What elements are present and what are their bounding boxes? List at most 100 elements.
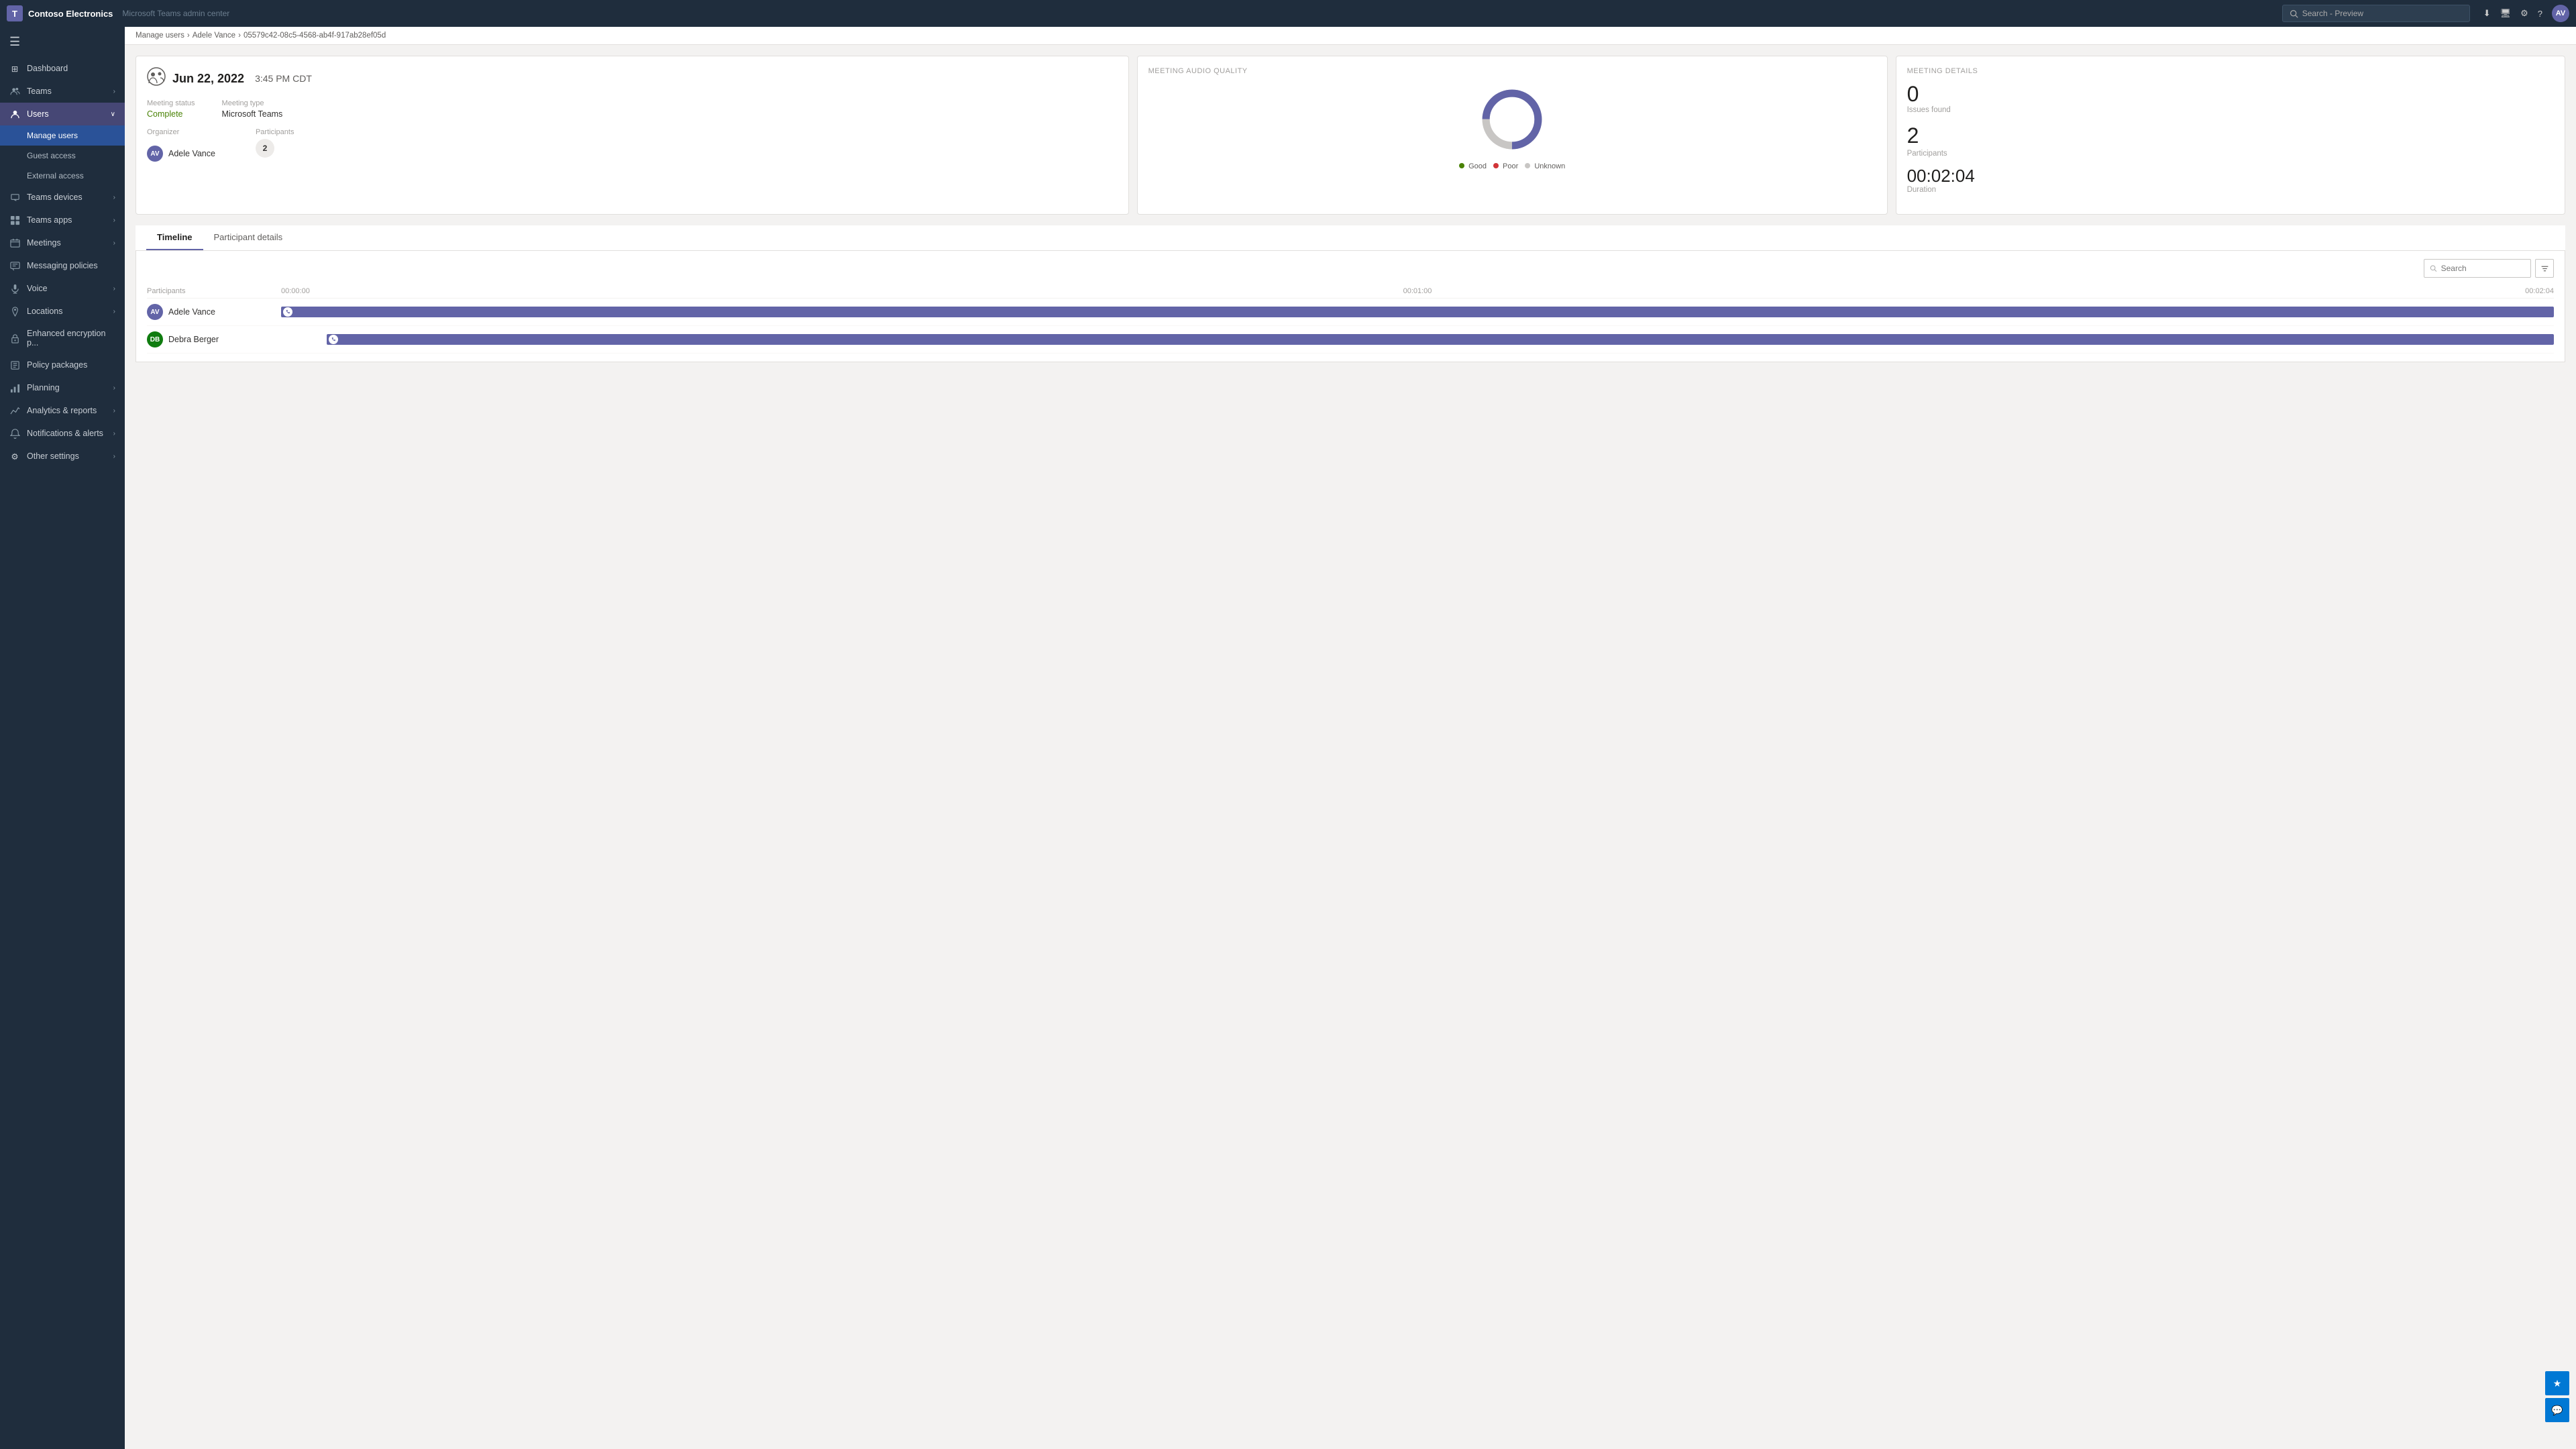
app-logo-icon: T bbox=[7, 5, 23, 21]
sidebar-item-locations[interactable]: Locations › bbox=[0, 300, 125, 323]
organizer-info: AV Adele Vance bbox=[147, 146, 215, 162]
timeline-section: Participants 00:00:00 00:01:00 00:02:04 … bbox=[136, 251, 2565, 362]
help-icon[interactable]: ? bbox=[2538, 9, 2542, 19]
issues-label: Issues found bbox=[1907, 106, 2554, 114]
bar-icon-phone bbox=[329, 335, 338, 344]
sidebar-item-label: Messaging policies bbox=[27, 261, 115, 270]
sidebar-item-guest-access[interactable]: Guest access bbox=[0, 146, 125, 166]
admin-center-title: Microsoft Teams admin center bbox=[122, 9, 229, 18]
meeting-type-field: Meeting type Microsoft Teams bbox=[222, 99, 283, 119]
breadcrumb-user-name[interactable]: Adele Vance bbox=[193, 32, 235, 40]
locations-icon bbox=[9, 306, 20, 317]
sidebar-item-voice[interactable]: Voice › bbox=[0, 277, 125, 300]
tabs-bar: Timeline Participant details bbox=[136, 225, 2565, 251]
sidebar-item-teams-devices[interactable]: Teams devices › bbox=[0, 186, 125, 209]
sidebar-item-meetings[interactable]: Meetings › bbox=[0, 231, 125, 254]
meeting-type-label: Meeting type bbox=[222, 99, 283, 107]
sidebar-item-label: Policy packages bbox=[27, 360, 115, 370]
encryption-icon bbox=[9, 333, 20, 343]
timeline-filter-btn[interactable] bbox=[2535, 259, 2554, 278]
search-icon bbox=[2290, 9, 2298, 18]
user-avatar[interactable]: AV bbox=[2552, 5, 2569, 22]
sidebar-item-notifications[interactable]: Notifications & alerts › bbox=[0, 422, 125, 445]
sidebar-item-encryption[interactable]: Enhanced encryption p... bbox=[0, 323, 125, 354]
sidebar-item-label: Teams bbox=[27, 87, 107, 96]
issues-value: 0 bbox=[1907, 83, 2554, 105]
breadcrumb-sep: › bbox=[187, 32, 190, 40]
filter-icon bbox=[2540, 264, 2549, 273]
timeline-search-input[interactable] bbox=[2441, 264, 2525, 273]
sidebar-item-analytics[interactable]: Analytics & reports › bbox=[0, 399, 125, 422]
bar-icon-phone bbox=[283, 307, 292, 317]
sidebar-item-external-access[interactable]: External access bbox=[0, 166, 125, 186]
timeline-bar-area-debra bbox=[281, 333, 2554, 346]
avatar-debra: DB bbox=[147, 331, 163, 347]
chevron-icon: › bbox=[113, 88, 115, 95]
sidebar-item-label: Other settings bbox=[27, 451, 107, 461]
chevron-icon: › bbox=[113, 285, 115, 292]
participant-bar-adele[interactable] bbox=[281, 307, 2554, 317]
time-mid: 00:01:00 bbox=[1403, 287, 1432, 295]
manage-users-label: Manage users bbox=[27, 131, 78, 140]
tab-timeline[interactable]: Timeline bbox=[146, 225, 203, 250]
sidebar-item-label: Enhanced encryption p... bbox=[27, 329, 115, 347]
sidebar-item-users[interactable]: Users ∨ bbox=[0, 103, 125, 125]
app-logo: T Contoso Electronics bbox=[7, 5, 113, 21]
sidebar-item-teams[interactable]: Teams › bbox=[0, 80, 125, 103]
sidebar-item-label: Dashboard bbox=[27, 64, 115, 73]
settings-icon[interactable]: ⚙ bbox=[2520, 8, 2528, 19]
sidebar-item-planning[interactable]: Planning › bbox=[0, 376, 125, 399]
unknown-dot bbox=[1525, 163, 1530, 168]
timeline-search-box[interactable] bbox=[2424, 259, 2531, 278]
guest-access-label: Guest access bbox=[27, 151, 76, 160]
sidebar-hamburger[interactable]: ☰ bbox=[0, 27, 125, 57]
tab-participant-details[interactable]: Participant details bbox=[203, 225, 294, 250]
sidebar-item-policy-packages[interactable]: Policy packages bbox=[0, 354, 125, 376]
legend-poor: Poor bbox=[1493, 162, 1518, 170]
timeline-grid: Participants 00:00:00 00:01:00 00:02:04 … bbox=[147, 284, 2554, 354]
breadcrumb: Manage users › Adele Vance › 05579c42-08… bbox=[125, 27, 2576, 45]
sidebar-item-teams-apps[interactable]: Teams apps › bbox=[0, 209, 125, 231]
chevron-icon: › bbox=[113, 194, 115, 201]
messaging-icon bbox=[9, 260, 20, 271]
screen-icon[interactable]: 🖥 bbox=[2500, 8, 2512, 19]
chevron-icon: › bbox=[113, 239, 115, 247]
organizer-label: Organizer bbox=[147, 128, 215, 136]
chevron-icon: › bbox=[113, 430, 115, 437]
participant-adele: AV Adele Vance bbox=[147, 304, 281, 320]
meeting-header: Jun 22, 2022 3:45 PM CDT bbox=[147, 67, 1118, 90]
timeline-row: DB Debra Berger bbox=[147, 326, 2554, 354]
participants-metric: 2 Participants bbox=[1907, 123, 2554, 158]
duration-label: Duration bbox=[1907, 186, 2554, 194]
organizer-field: Organizer AV Adele Vance bbox=[147, 128, 215, 162]
meeting-people: Organizer AV Adele Vance Participants 2 bbox=[147, 128, 1118, 162]
participants-col-header: Participants bbox=[147, 287, 281, 295]
breadcrumb-manage-users[interactable]: Manage users bbox=[136, 32, 184, 40]
participants-count: 2 bbox=[256, 139, 274, 158]
legend-good: Good bbox=[1459, 162, 1487, 170]
timeline-col-header: 00:00:00 00:01:00 00:02:04 bbox=[281, 287, 2554, 295]
time-start: 00:00:00 bbox=[281, 287, 310, 295]
meeting-date: Jun 22, 2022 bbox=[172, 72, 244, 86]
meeting-main-card: Jun 22, 2022 3:45 PM CDT Meeting status … bbox=[136, 56, 1129, 215]
sidebar-item-label: Meetings bbox=[27, 238, 107, 248]
sidebar-item-dashboard[interactable]: ⊞ Dashboard bbox=[0, 57, 125, 80]
svg-text:T: T bbox=[12, 9, 17, 19]
timeline-header: Participants 00:00:00 00:01:00 00:02:04 bbox=[147, 284, 2554, 299]
meeting-status-field: Meeting status Complete bbox=[147, 99, 195, 119]
float-btn-star[interactable]: ★ bbox=[2545, 1371, 2569, 1395]
participant-bar-debra[interactable] bbox=[327, 334, 2554, 345]
sidebar-item-messaging-policies[interactable]: Messaging policies bbox=[0, 254, 125, 277]
breadcrumb-sep2: › bbox=[238, 32, 241, 40]
download-icon[interactable]: ⬇ bbox=[2483, 8, 2491, 19]
participant-name: Debra Berger bbox=[168, 335, 219, 344]
sidebar-item-other-settings[interactable]: ⚙ Other settings › bbox=[0, 445, 125, 468]
sidebar-item-manage-users[interactable]: Manage users bbox=[0, 125, 125, 146]
global-search[interactable]: Search - Preview bbox=[2282, 5, 2470, 22]
audio-quality-card: MEETING AUDIO QUALITY bbox=[1137, 56, 1888, 215]
voice-icon bbox=[9, 283, 20, 294]
float-btn-chat[interactable]: 💬 bbox=[2545, 1398, 2569, 1422]
floating-action-buttons: ★ 💬 bbox=[2545, 1371, 2569, 1422]
sidebar-item-label: Notifications & alerts bbox=[27, 429, 107, 438]
planning-icon bbox=[9, 382, 20, 393]
